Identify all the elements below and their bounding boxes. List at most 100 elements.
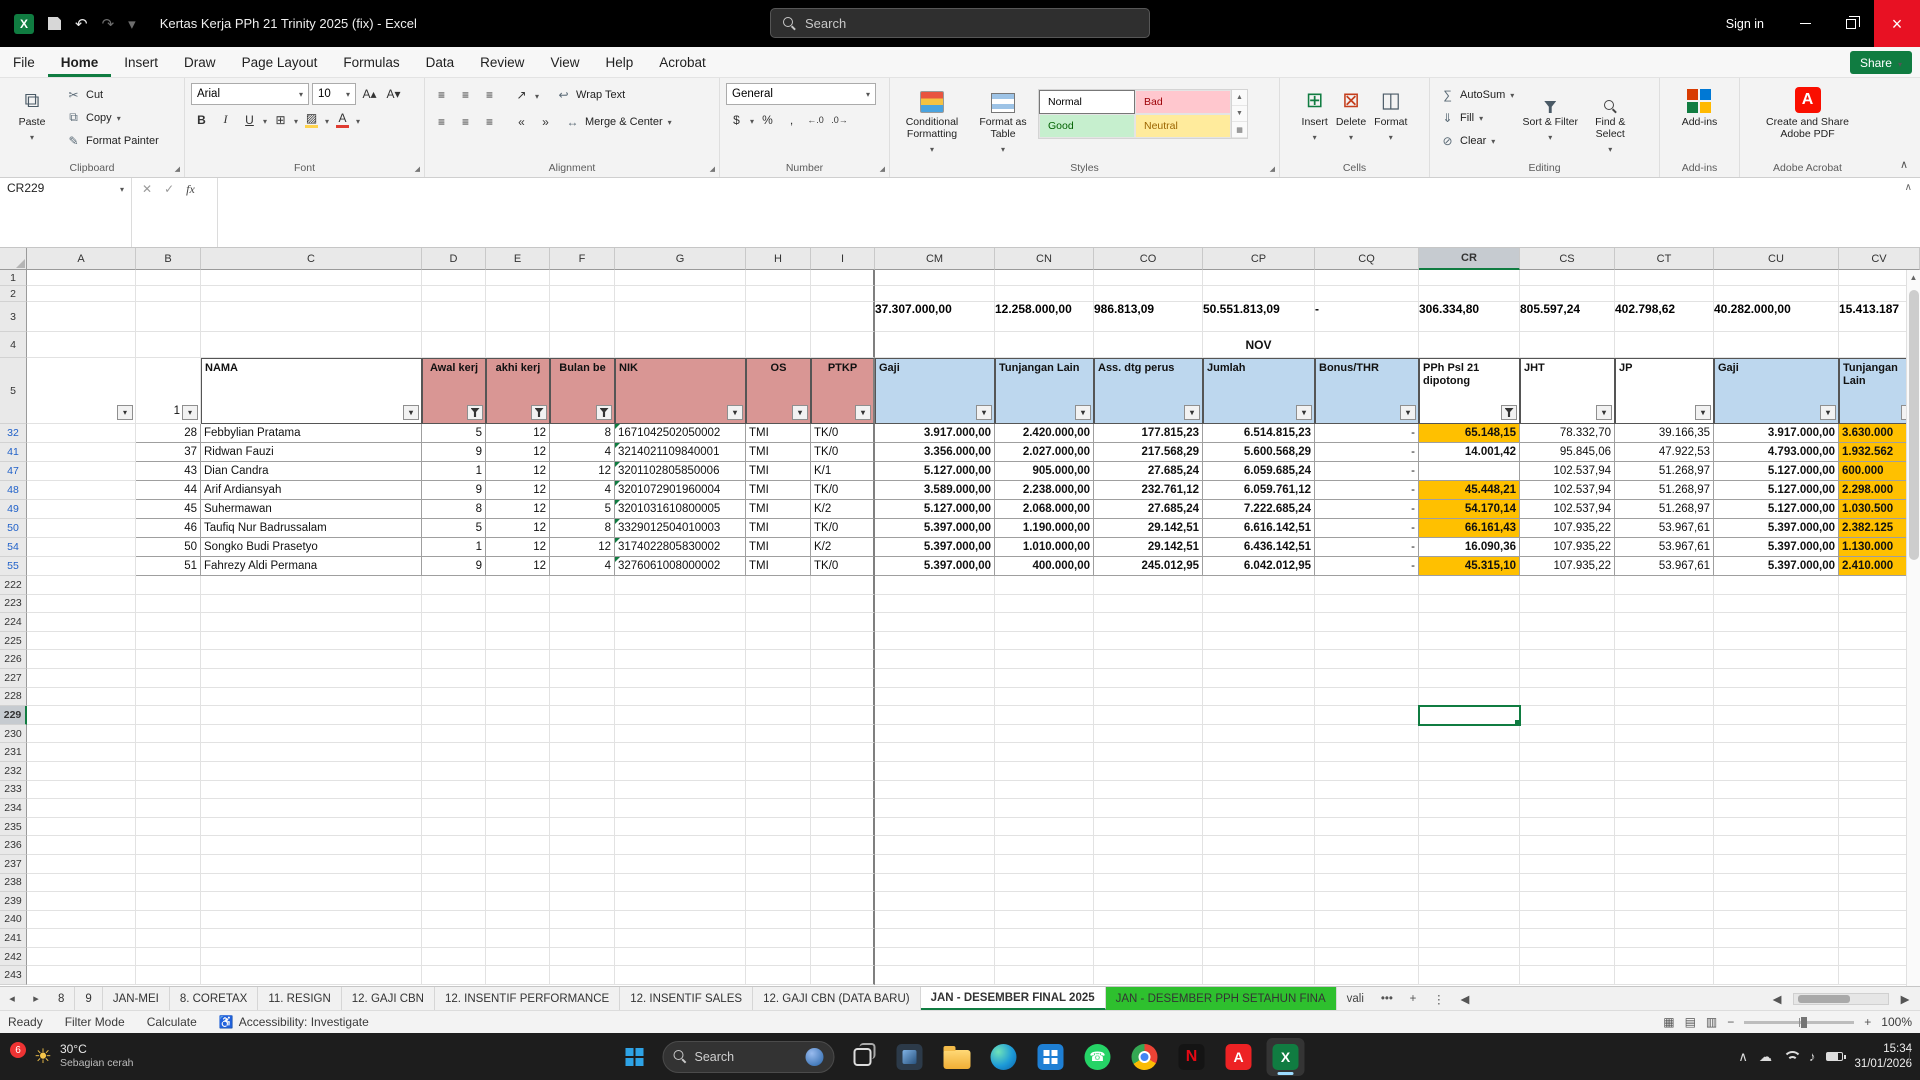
cell-CS3[interactable]: 805.597,24: [1520, 302, 1615, 332]
fill-button[interactable]: ⇓ Fill: [1436, 106, 1518, 129]
cell-F54[interactable]: 12: [550, 538, 615, 557]
sheet-tab-12-insentif-performance[interactable]: 12. INSENTIF PERFORMANCE: [435, 987, 621, 1010]
cell-H55[interactable]: TMI: [746, 557, 811, 576]
column-header-CV[interactable]: CV: [1839, 248, 1920, 270]
format-painter-button[interactable]: ✎ Format Painter: [62, 129, 163, 152]
filter-arrow-icon[interactable]: ▾: [1695, 405, 1711, 420]
cell-CT48[interactable]: 51.268,97: [1615, 481, 1714, 500]
sheet-tab-12-gaji-cbn[interactable]: 12. GAJI CBN: [342, 987, 435, 1010]
increase-indent-button[interactable]: »: [535, 111, 556, 132]
addins-button[interactable]: Add-ins: [1682, 83, 1717, 128]
filter-arrow-icon[interactable]: ▾: [403, 405, 419, 420]
cell-CP41[interactable]: 5.600.568,29: [1203, 443, 1315, 462]
cell-CM41[interactable]: 3.356.000,00: [875, 443, 995, 462]
cell-H48[interactable]: TMI: [746, 481, 811, 500]
menu-tab-formulas[interactable]: Formulas: [330, 47, 412, 77]
row-header-2[interactable]: 2: [0, 286, 27, 302]
sheet-tab-vali[interactable]: vali: [1337, 987, 1374, 1010]
cell-CP54[interactable]: 6.436.142,51: [1203, 538, 1315, 557]
row-header-233[interactable]: 233: [0, 780, 27, 800]
restore-button[interactable]: [1828, 0, 1874, 47]
more-sheets-icon[interactable]: •••: [1374, 987, 1400, 1010]
cell-C32[interactable]: Febbylian Pratama: [201, 424, 422, 443]
cell-CR50[interactable]: 66.161,43: [1419, 519, 1520, 538]
filter-arrow-icon[interactable]: ▾: [1184, 405, 1200, 420]
cell-CS32[interactable]: 78.332,70: [1520, 424, 1615, 443]
cell-E47[interactable]: 12: [486, 462, 550, 481]
row-header-48[interactable]: 48: [0, 481, 27, 500]
cell-I50[interactable]: TK/0: [811, 519, 875, 538]
cell-C54[interactable]: Songko Budi Prasetyo: [201, 538, 422, 557]
row-header-226[interactable]: 226: [0, 650, 27, 669]
column-header-CT[interactable]: CT: [1615, 248, 1714, 270]
cell-F55[interactable]: 4: [550, 557, 615, 576]
column-header-H[interactable]: H: [746, 248, 811, 270]
cell-CN41[interactable]: 2.027.000,00: [995, 443, 1094, 462]
cell-CM47[interactable]: 5.127.000,00: [875, 462, 995, 481]
insert-function-icon[interactable]: fx: [186, 182, 195, 197]
cell-E48[interactable]: 12: [486, 481, 550, 500]
cell-CT47[interactable]: 51.268,97: [1615, 462, 1714, 481]
sheet-tab-11-resign[interactable]: 11. RESIGN: [258, 987, 342, 1010]
cell-F32[interactable]: 8: [550, 424, 615, 443]
cell-CQ48[interactable]: -: [1315, 481, 1419, 500]
tabs-scroll-left-icon[interactable]: ◂: [0, 987, 24, 1010]
cell-CN47[interactable]: 905.000,00: [995, 462, 1094, 481]
row-header-222[interactable]: 222: [0, 576, 27, 595]
row-header-239[interactable]: 239: [0, 892, 27, 911]
cell-CM50[interactable]: 5.397.000,00: [875, 519, 995, 538]
cell-CT49[interactable]: 51.268,97: [1615, 500, 1714, 519]
cell-CT50[interactable]: 53.967,61: [1615, 519, 1714, 538]
comma-style-button[interactable]: ,: [781, 109, 802, 130]
header-cell-bulan-be[interactable]: Bulan be: [550, 358, 615, 424]
cell-I32[interactable]: TK/0: [811, 424, 875, 443]
cell-CQ49[interactable]: -: [1315, 500, 1419, 519]
row-header-5[interactable]: 5: [0, 358, 27, 424]
office-app-button[interactable]: [1032, 1038, 1070, 1076]
row-header-230[interactable]: 230: [0, 724, 27, 744]
conditional-formatting-button[interactable]: Conditional Formatting: [896, 83, 968, 155]
cancel-entry-icon[interactable]: ✕: [142, 182, 152, 196]
row-header-238[interactable]: 238: [0, 873, 27, 893]
vertical-scroll-thumb[interactable]: [1908, 290, 1919, 560]
close-button[interactable]: ×: [1874, 0, 1920, 47]
cell-C55[interactable]: Fahrezy Aldi Permana: [201, 557, 422, 576]
row-header-3[interactable]: 3: [0, 302, 27, 332]
cell-CQ41[interactable]: -: [1315, 443, 1419, 462]
status-calculate[interactable]: Calculate: [147, 1015, 197, 1029]
cell-F49[interactable]: 5: [550, 500, 615, 519]
italic-button[interactable]: I: [215, 109, 236, 130]
row-header-242[interactable]: 242: [0, 947, 27, 967]
sheet-tab-12-insentif-sales[interactable]: 12. INSENTIF SALES: [620, 987, 754, 1010]
filter-applied-icon[interactable]: [467, 405, 483, 420]
header-cell-1[interactable]: 1 ▾: [136, 358, 201, 424]
borders-button[interactable]: ⊞: [270, 109, 291, 130]
cell-CQ32[interactable]: -: [1315, 424, 1419, 443]
sheet-tab-12-gaji-cbn-data-baru-[interactable]: 12. GAJI CBN (DATA BARU): [753, 987, 921, 1010]
cell-E49[interactable]: 12: [486, 500, 550, 519]
cell-CU47[interactable]: 5.127.000,00: [1714, 462, 1839, 481]
cell-CR55[interactable]: 45.315,10: [1419, 557, 1520, 576]
cell-C41[interactable]: Ridwan Fauzi: [201, 443, 422, 462]
cell-CM55[interactable]: 5.397.000,00: [875, 557, 995, 576]
row-header-224[interactable]: 224: [0, 613, 27, 632]
cell-CR54[interactable]: 16.090,36: [1419, 538, 1520, 557]
menu-tab-help[interactable]: Help: [592, 47, 646, 77]
cell-CP3[interactable]: 50.551.813,09: [1203, 302, 1315, 332]
row-header-41[interactable]: 41: [0, 443, 27, 462]
cell-CP55[interactable]: 6.042.012,95: [1203, 557, 1315, 576]
cell-CT54[interactable]: 53.967,61: [1615, 538, 1714, 557]
cell-H47[interactable]: TMI: [746, 462, 811, 481]
cell-CM3[interactable]: 37.307.000,00: [875, 302, 995, 332]
titlebar-search-box[interactable]: Search: [770, 8, 1150, 38]
cell-CR32[interactable]: 65.148,15: [1419, 424, 1520, 443]
cell-CM54[interactable]: 5.397.000,00: [875, 538, 995, 557]
cell-CS55[interactable]: 107.935,22: [1520, 557, 1615, 576]
row-header-50[interactable]: 50: [0, 519, 27, 538]
row-header-55[interactable]: 55: [0, 557, 27, 576]
column-header-G[interactable]: G: [615, 248, 746, 270]
cell-G54[interactable]: 3174022805830002: [615, 538, 746, 557]
orientation-button[interactable]: ↗: [511, 84, 532, 105]
zoom-out-icon[interactable]: −: [1727, 1015, 1734, 1029]
row-header-229[interactable]: 229: [0, 706, 27, 725]
